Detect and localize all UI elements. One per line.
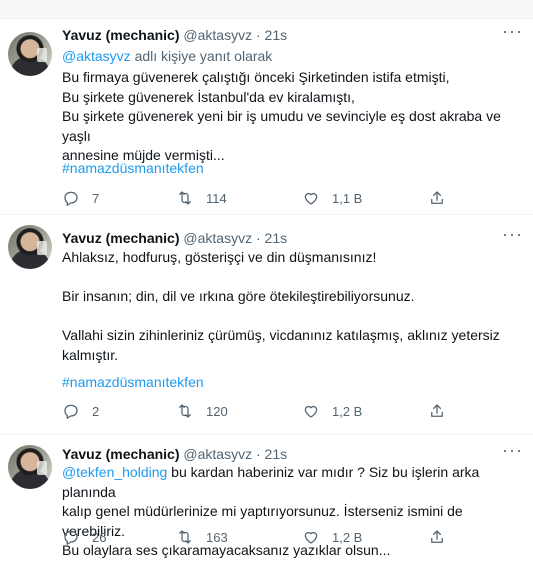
retweet-button[interactable]: 120 xyxy=(176,401,228,421)
tweet-header: Yavuz (mechanic) @aktasyvz · 21s xyxy=(62,26,287,44)
tweet-line: Bu firmaya güvenerek çalıştığı önceki Şi… xyxy=(62,69,450,85)
share-button[interactable] xyxy=(428,188,446,208)
reply-button[interactable]: 2 xyxy=(62,401,99,421)
reply-count: 2 xyxy=(92,403,100,419)
author-name[interactable]: Yavuz (mechanic) xyxy=(62,446,180,462)
heart-icon xyxy=(304,531,318,544)
avatar[interactable] xyxy=(8,32,52,76)
tweet[interactable]: Yavuz (mechanic) @aktasyvz · 21s ··· @ak… xyxy=(0,22,533,215)
retweet-icon xyxy=(179,530,191,544)
tweet-text: Bu firmaya güvenerek çalıştığı önceki Şi… xyxy=(62,68,522,166)
author-handle[interactable]: @aktasyvz xyxy=(183,27,252,43)
share-icon xyxy=(431,530,443,543)
timestamp[interactable]: 21s xyxy=(265,230,288,246)
hashtag-link[interactable]: #namazdüsmanıtekfen xyxy=(62,373,204,392)
retweet-count: 120 xyxy=(206,403,228,419)
replying-text: adlı kişiye yanıt olarak xyxy=(130,48,273,64)
top-strip xyxy=(0,0,533,19)
reply-button[interactable]: 26 xyxy=(62,527,106,547)
reply-count: 7 xyxy=(92,190,100,206)
tweet-line: @tekfen_holding bu kardan haberiniz var … xyxy=(62,463,522,502)
tweet-line: Vallahi sizin zihinleriniz çürümüş, vicd… xyxy=(62,327,500,343)
more-options-icon[interactable]: ··· xyxy=(502,441,523,459)
tweet-line xyxy=(62,307,522,327)
heart-icon xyxy=(304,405,318,418)
tweet-text: Ahlaksız, hodfuruş, gösterişçi ve din dü… xyxy=(62,248,522,365)
avatar[interactable] xyxy=(8,225,52,269)
reply-count: 26 xyxy=(92,529,107,545)
more-options-icon[interactable]: ··· xyxy=(502,225,523,243)
like-button[interactable]: 1,1 B xyxy=(302,188,362,208)
separator-dot: · xyxy=(255,230,261,246)
reply-icon xyxy=(64,191,78,206)
more-options-icon[interactable]: ··· xyxy=(502,22,523,40)
tweet-line: Bir insanın; din, dil ve ırkına göre öte… xyxy=(62,288,415,304)
tweet[interactable]: Yavuz (mechanic) @aktasyvz · 21s ··· Ahl… xyxy=(0,215,533,435)
share-icon xyxy=(431,191,443,204)
retweet-icon xyxy=(179,404,191,418)
like-button[interactable]: 1,2 B xyxy=(302,527,362,547)
hashtag-link[interactable]: #namazdüsmanıtekfen xyxy=(62,159,204,178)
tweet-actions: 7 114 1,1 B xyxy=(0,188,533,208)
retweet-button[interactable]: 114 xyxy=(176,188,227,208)
like-count: 1,1 B xyxy=(332,190,363,206)
tweet[interactable]: Yavuz (mechanic) @aktasyvz · 21s ··· @te… xyxy=(0,435,533,558)
reply-button[interactable]: 7 xyxy=(62,188,99,208)
retweet-count: 114 xyxy=(206,190,227,206)
reply-icon xyxy=(64,530,78,545)
retweet-button[interactable]: 163 xyxy=(176,527,228,547)
tweet-line: Bu şirkete güvenerek İstanbul'da ev kira… xyxy=(62,88,355,105)
tweet-line: Ahlaksız, hodfuruş, gösterişçi ve din dü… xyxy=(62,249,377,265)
share-icon xyxy=(431,404,443,417)
tweet-line: Bu şirkete güvenerek yeni bir iş umudu v… xyxy=(62,108,501,144)
tweet-actions: 2 120 1,2 B xyxy=(0,401,533,421)
retweet-count: 163 xyxy=(206,529,228,545)
retweet-icon xyxy=(179,191,191,205)
timestamp[interactable]: 21s xyxy=(265,27,288,43)
author-handle[interactable]: @aktasyvz xyxy=(183,446,252,462)
tweet-header: Yavuz (mechanic) @aktasyvz · 21s xyxy=(62,229,287,247)
avatar[interactable] xyxy=(8,445,52,489)
separator-dot: · xyxy=(255,27,261,43)
replying-handle[interactable]: @aktasyvz xyxy=(62,48,131,64)
tweet-line: kalmıştır. xyxy=(62,346,119,363)
reply-icon xyxy=(64,404,78,419)
share-button[interactable] xyxy=(428,401,446,421)
like-button[interactable]: 1,2 B xyxy=(302,401,362,421)
separator-dot: · xyxy=(255,446,261,462)
timestamp[interactable]: 21s xyxy=(265,446,288,462)
author-name[interactable]: Yavuz (mechanic) xyxy=(62,27,180,43)
tweet-actions: 26 163 1,2 B xyxy=(0,527,533,547)
replying-to: @aktasyvz adlı kişiye yanıt olarak xyxy=(62,47,272,66)
mention-link[interactable]: @tekfen_holding xyxy=(62,464,167,480)
tweet-header: Yavuz (mechanic) @aktasyvz · 21s xyxy=(62,445,287,463)
share-button[interactable] xyxy=(428,527,446,547)
like-count: 1,2 B xyxy=(332,403,363,419)
author-name[interactable]: Yavuz (mechanic) xyxy=(62,230,180,246)
heart-icon xyxy=(304,192,318,205)
author-handle[interactable]: @aktasyvz xyxy=(183,230,252,246)
like-count: 1,2 B xyxy=(332,529,363,545)
tweet-line xyxy=(62,268,522,288)
